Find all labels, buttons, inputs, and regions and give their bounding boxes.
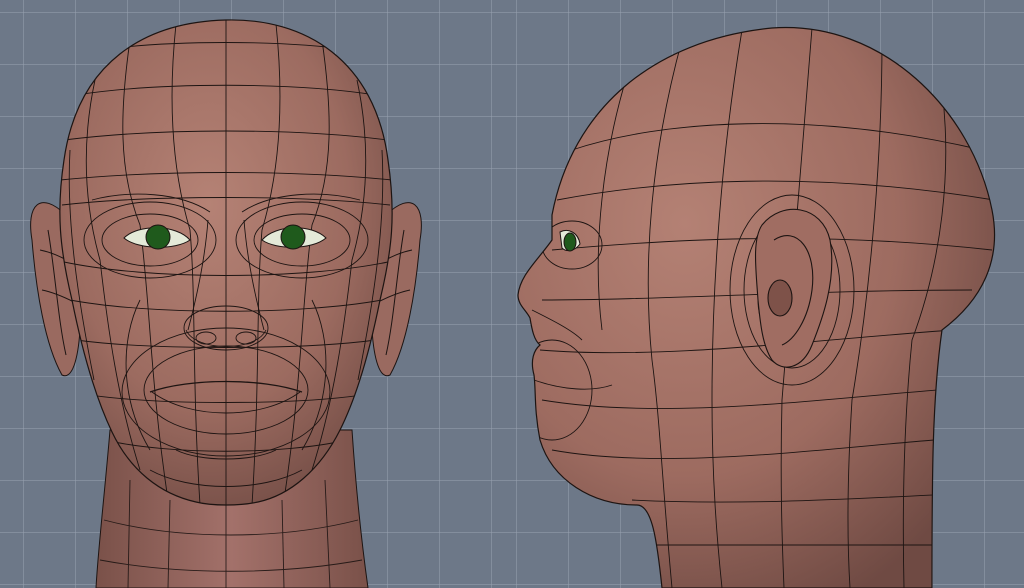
- side-head-model: [517, 26, 996, 588]
- side-viewport[interactable]: [512, 0, 1024, 588]
- front-head-model: [30, 19, 422, 588]
- front-viewport[interactable]: [0, 0, 512, 588]
